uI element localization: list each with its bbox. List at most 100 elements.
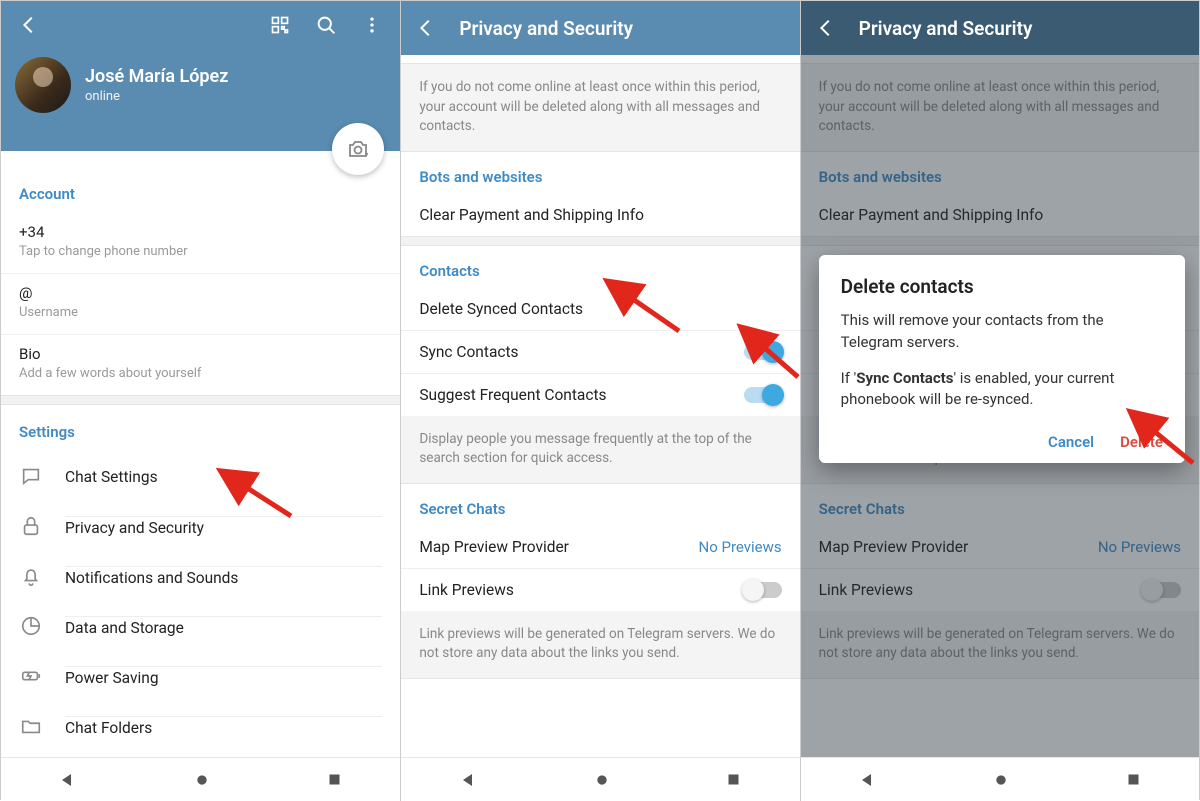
cancel-button[interactable]: Cancel xyxy=(1048,433,1094,451)
bell-icon xyxy=(19,565,43,587)
settings-power[interactable]: Power Saving xyxy=(1,651,400,701)
row-value: No Previews xyxy=(1098,538,1181,556)
folder-icon xyxy=(19,715,43,737)
contacts-header: Contacts xyxy=(401,246,799,288)
bots-header: Bots and websites xyxy=(801,152,1199,194)
nav-home-icon[interactable] xyxy=(993,772,1009,788)
bio-row[interactable]: Bio Add a few words about yourself xyxy=(1,335,400,395)
link-previews-row: Link Previews xyxy=(801,568,1199,611)
row-label: Map Preview Provider xyxy=(819,538,969,556)
page-title: Privacy and Security xyxy=(459,17,633,40)
profile-body: Account +34 Tap to change phone number @… xyxy=(1,151,400,757)
delete-synced-row[interactable]: Delete Synced Contacts xyxy=(401,288,799,330)
dialog-text: This will remove your contacts from the … xyxy=(841,310,1163,354)
sync-contacts-row[interactable]: Sync Contacts xyxy=(401,330,799,373)
privacy-body-dimmed: If you do not come online at least once … xyxy=(801,55,1199,757)
dialog-title: Delete contacts xyxy=(841,275,1163,298)
camera-fab[interactable] xyxy=(332,123,384,175)
nav-home-icon[interactable] xyxy=(194,772,210,788)
android-navbar xyxy=(1,757,400,801)
android-navbar xyxy=(801,757,1199,801)
delete-button[interactable]: Delete xyxy=(1120,433,1163,451)
row-label: Clear Payment and Shipping Info xyxy=(419,206,644,224)
nav-home-icon[interactable] xyxy=(594,772,610,788)
settings-notifications[interactable]: Notifications and Sounds xyxy=(1,551,400,601)
username-value: @ xyxy=(19,284,382,302)
settings-data[interactable]: Data and Storage xyxy=(1,601,400,651)
link-note: Link previews will be generated on Teleg… xyxy=(401,611,799,679)
phone-hint: Tap to change phone number xyxy=(19,244,382,259)
profile-name: José María López xyxy=(85,66,228,87)
avatar[interactable] xyxy=(15,57,71,113)
back-icon[interactable] xyxy=(815,17,837,39)
nav-back-icon[interactable] xyxy=(59,771,77,789)
toggle-off xyxy=(1143,582,1181,598)
settings-folders[interactable]: Chat Folders xyxy=(1,701,400,751)
settings-chat[interactable]: Chat Settings xyxy=(1,451,400,501)
clear-payment-row[interactable]: Clear Payment and Shipping Info xyxy=(401,194,799,236)
profile-header: José María López online xyxy=(1,1,400,151)
settings-header: Settings xyxy=(1,405,400,451)
nav-back-icon[interactable] xyxy=(460,771,478,789)
more-icon[interactable] xyxy=(358,11,386,39)
map-provider-row: Map Preview Provider No Previews xyxy=(801,526,1199,568)
battery-icon xyxy=(19,665,43,687)
back-icon[interactable] xyxy=(415,17,437,39)
bots-header: Bots and websites xyxy=(401,152,799,194)
screen-privacy: Privacy and Security If you do not come … xyxy=(400,1,799,801)
row-label: Clear Payment and Shipping Info xyxy=(819,206,1044,224)
row-label: Link Previews xyxy=(819,581,914,599)
page-title: Privacy and Security xyxy=(859,17,1033,40)
chat-icon xyxy=(19,465,43,487)
divider xyxy=(801,236,1199,246)
nav-recents-icon[interactable] xyxy=(1126,772,1141,787)
back-icon[interactable] xyxy=(15,11,43,39)
profile-status: online xyxy=(85,89,228,104)
privacy-header: Privacy and Security xyxy=(801,1,1199,55)
row-value: No Previews xyxy=(699,538,782,556)
settings-label: Chat Settings xyxy=(65,466,382,486)
row-label: Map Preview Provider xyxy=(419,538,569,556)
nav-recents-icon[interactable] xyxy=(726,772,741,787)
settings-label: Privacy and Security xyxy=(65,516,382,537)
username-hint: Username xyxy=(19,305,382,320)
secret-header: Secret Chats xyxy=(401,484,799,526)
map-provider-row[interactable]: Map Preview Provider No Previews xyxy=(401,526,799,568)
suggest-note: Display people you message frequently at… xyxy=(401,416,799,484)
suggest-contacts-row[interactable]: Suggest Frequent Contacts xyxy=(401,373,799,416)
nav-back-icon[interactable] xyxy=(859,771,877,789)
row-label: Suggest Frequent Contacts xyxy=(419,386,606,404)
row-label: Sync Contacts xyxy=(419,343,518,361)
deletion-note: If you do not come online at least once … xyxy=(401,63,799,152)
pie-icon xyxy=(19,615,43,637)
row-label: Link Previews xyxy=(419,581,514,599)
link-previews-row[interactable]: Link Previews xyxy=(401,568,799,611)
delete-contacts-dialog: Delete contacts This will remove your co… xyxy=(819,255,1185,463)
settings-label: Data and Storage xyxy=(65,616,382,637)
row-label: Delete Synced Contacts xyxy=(419,300,583,318)
dialog-text: If 'Sync Contacts' is enabled, your curr… xyxy=(841,368,1163,412)
privacy-body: If you do not come online at least once … xyxy=(401,55,799,757)
link-note: Link previews will be generated on Teleg… xyxy=(801,611,1199,679)
phone-row[interactable]: +34 Tap to change phone number xyxy=(1,213,400,274)
divider xyxy=(1,395,400,405)
settings-label: Power Saving xyxy=(65,666,382,687)
settings-label: Notifications and Sounds xyxy=(65,566,382,587)
lock-icon xyxy=(19,515,43,537)
dialog-body: This will remove your contacts from the … xyxy=(841,310,1163,411)
search-icon[interactable] xyxy=(312,11,340,39)
qr-icon[interactable] xyxy=(266,11,294,39)
toggle-on[interactable] xyxy=(744,344,782,360)
deletion-note: If you do not come online at least once … xyxy=(801,63,1199,152)
phone-value: +34 xyxy=(19,223,382,241)
toggle-on[interactable] xyxy=(744,387,782,403)
nav-recents-icon[interactable] xyxy=(327,772,342,787)
screen-profile: José María López online Account +34 Tap … xyxy=(1,1,400,801)
settings-privacy[interactable]: Privacy and Security xyxy=(1,501,400,551)
bio-hint: Add a few words about yourself xyxy=(19,366,382,381)
clear-payment-row: Clear Payment and Shipping Info xyxy=(801,194,1199,236)
toggle-off[interactable] xyxy=(744,582,782,598)
divider xyxy=(401,236,799,246)
settings-label: Chat Folders xyxy=(65,716,382,737)
username-row[interactable]: @ Username xyxy=(1,274,400,335)
